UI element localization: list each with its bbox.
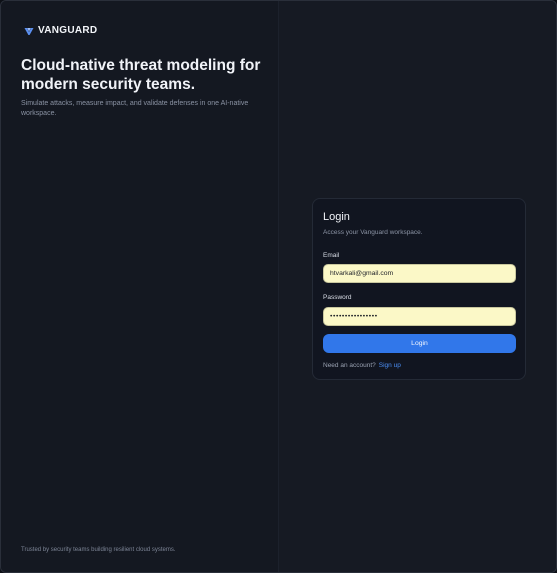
v-shield-icon	[24, 27, 34, 35]
login-button[interactable]: Login	[323, 334, 516, 353]
hero-title: Cloud-native threat modeling for modern …	[21, 57, 261, 93]
signup-link[interactable]: Sign up	[379, 362, 401, 369]
app-window: VANGUARD Cloud-native threat modeling fo…	[0, 0, 557, 573]
password-field[interactable]	[323, 307, 516, 326]
email-field[interactable]	[323, 264, 516, 283]
hero-panel: VANGUARD Cloud-native threat modeling fo…	[1, 1, 279, 572]
brand-logo: VANGUARD	[24, 25, 97, 36]
email-label: Email	[323, 252, 340, 259]
signup-row: Need an account? Sign up	[323, 362, 401, 369]
brand-name: VANGUARD	[38, 25, 98, 36]
password-label: Password	[323, 294, 352, 301]
login-subtitle: Access your Vanguard workspace.	[323, 229, 423, 236]
footer-note: Trusted by security teams building resil…	[21, 547, 176, 553]
login-card: Login Access your Vanguard workspace. Em…	[312, 198, 526, 380]
hero-subtitle: Simulate attacks, measure impact, and va…	[21, 100, 249, 117]
signup-prompt: Need an account?	[323, 362, 376, 369]
login-title: Login	[323, 211, 350, 223]
